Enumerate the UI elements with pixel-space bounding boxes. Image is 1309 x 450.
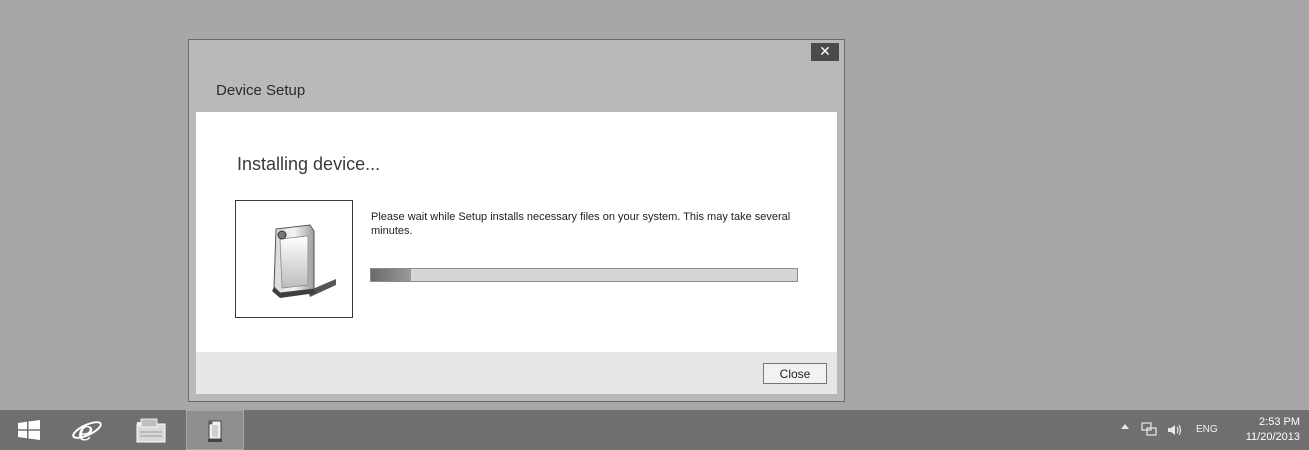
device-setup-app-icon xyxy=(208,420,222,442)
taskbar-internet-explorer[interactable]: e xyxy=(64,410,110,450)
content-panel: Installing device... Please wait while S… xyxy=(196,112,837,352)
progress-bar-fill xyxy=(371,269,412,281)
volume-icon[interactable] xyxy=(1166,422,1184,438)
dialog-footer: Close xyxy=(196,352,837,394)
status-message: Please wait while Setup installs necessa… xyxy=(371,211,791,237)
install-progress-bar xyxy=(370,268,798,282)
close-button[interactable]: Close xyxy=(763,363,827,384)
external-drive-icon xyxy=(272,224,336,298)
window-close-button[interactable]: ✕ xyxy=(811,43,839,61)
taskbar-device-setup[interactable] xyxy=(186,410,244,450)
window-title: Device Setup xyxy=(216,82,306,99)
device-image-frame xyxy=(235,200,353,318)
chevron-up-icon[interactable] xyxy=(1121,424,1129,429)
windows-start-icon xyxy=(18,420,40,440)
taskbar: e ENG 2:53 PM 11/20/2013 xyxy=(0,410,1309,450)
network-icon[interactable] xyxy=(1141,422,1157,438)
page-heading: Installing device... xyxy=(237,154,381,174)
language-indicator[interactable]: ENG xyxy=(1196,424,1218,435)
file-explorer-icon xyxy=(136,418,166,443)
internet-explorer-icon: e xyxy=(72,417,102,447)
device-setup-window: ✕ Device Setup Installing device... Plea… xyxy=(188,39,845,402)
close-icon: ✕ xyxy=(819,44,831,60)
svg-text:e: e xyxy=(78,417,93,447)
taskbar-file-explorer[interactable] xyxy=(128,410,174,450)
start-button[interactable] xyxy=(14,410,48,450)
clock-date[interactable]: 11/20/2013 xyxy=(1226,431,1300,443)
clock-time[interactable]: 2:53 PM xyxy=(1240,416,1300,428)
